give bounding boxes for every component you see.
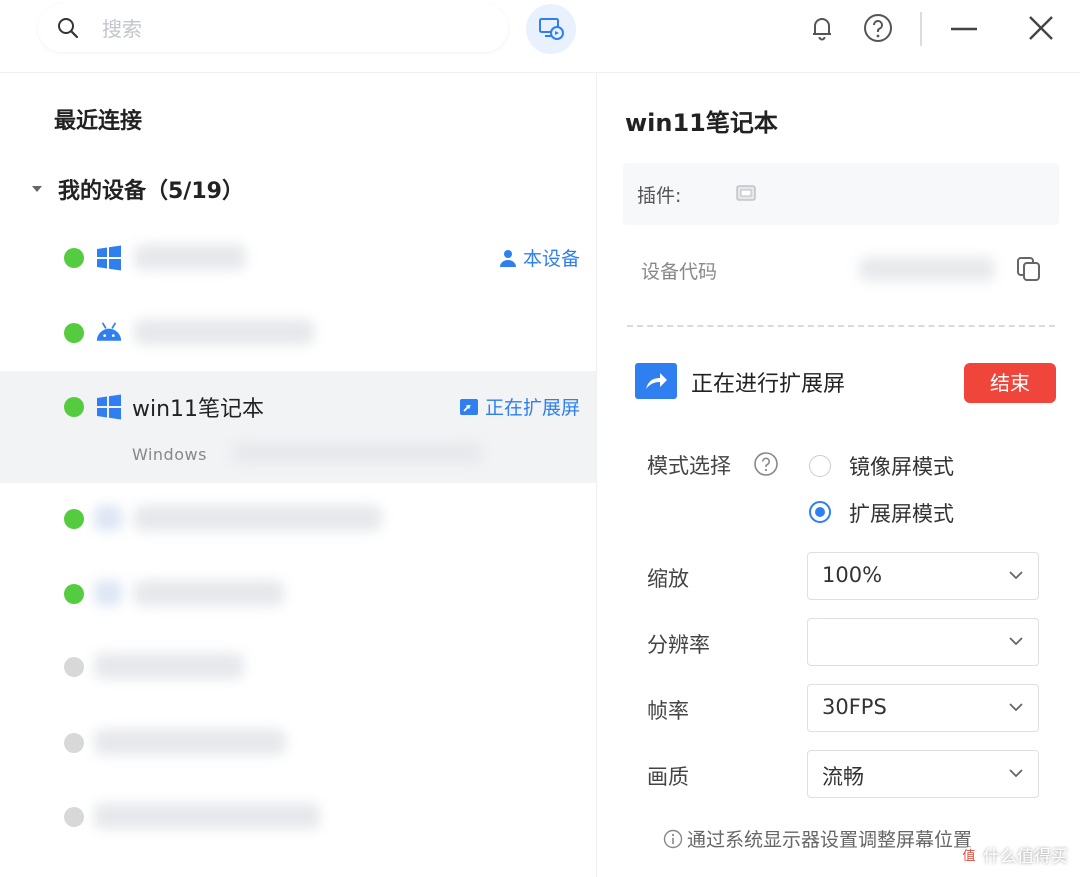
info-icon	[663, 829, 683, 848]
group-my-devices[interactable]: 我的设备（5/19）	[32, 173, 244, 205]
quality-value: 流畅	[822, 765, 864, 789]
device-code-label: 设备代码	[641, 261, 718, 283]
help-icon[interactable]	[862, 12, 894, 44]
device-detail-panel: win11笔记本 插件: 设备代码 正在进行扩展屏 结束 模式选择 镜像屏模式 …	[597, 73, 1080, 877]
position-tip-text: 通过系统显示器设置调整屏幕位置	[687, 829, 973, 851]
watermark-text: 什么值得买	[983, 847, 1068, 867]
online-status-dot	[64, 397, 84, 417]
this-device-label: 本设备	[522, 248, 580, 270]
help-icon[interactable]	[753, 451, 779, 477]
mirror-mode-radio[interactable]	[809, 455, 831, 477]
device-name-redacted	[134, 580, 284, 606]
chevron-down-icon	[1009, 703, 1023, 712]
quality-label: 画质	[647, 765, 689, 789]
quality-select[interactable]: 流畅	[807, 750, 1039, 798]
copy-icon[interactable]	[1015, 255, 1043, 283]
site-watermark: 值什么值得买	[959, 842, 1068, 867]
android-icon	[96, 322, 122, 341]
scale-label: 缩放	[647, 567, 689, 591]
mirror-mode-label[interactable]: 镜像屏模式	[849, 451, 954, 481]
device-name-redacted	[94, 729, 286, 755]
watermark-logo-icon: 值	[959, 847, 979, 867]
online-status-dot	[64, 584, 84, 604]
chevron-down-icon	[1009, 637, 1023, 646]
framerate-value: 30FPS	[822, 695, 887, 719]
scale-value: 100%	[822, 563, 883, 587]
section-divider	[627, 325, 1055, 327]
device-item[interactable]	[0, 705, 596, 779]
offline-status-dot	[64, 657, 84, 677]
windows-icon	[97, 245, 121, 271]
extending-tag: 正在扩展屏	[459, 393, 580, 420]
resolution-label: 分辨率	[647, 633, 710, 657]
device-item[interactable]: 本设备	[0, 220, 596, 294]
plugin-icon[interactable]	[735, 183, 757, 203]
caret-down-icon	[32, 186, 42, 192]
device-list-panel: 最近连接 我的设备（5/19） 本设备 win11笔记本 Windows 正在扩…	[0, 73, 635, 877]
offline-status-dot	[64, 733, 84, 753]
device-name-redacted	[94, 803, 320, 829]
search-icon	[58, 18, 79, 39]
scale-select[interactable]: 100%	[807, 552, 1039, 600]
search-box[interactable]	[38, 4, 508, 52]
chevron-down-icon	[1009, 571, 1023, 580]
device-name-redacted	[134, 505, 382, 531]
device-name-redacted	[134, 319, 314, 345]
minimize-icon[interactable]	[948, 12, 980, 44]
group-recent-label: 最近连接	[54, 109, 143, 134]
device-item[interactable]	[0, 558, 596, 632]
device-code-redacted	[859, 257, 995, 281]
close-icon[interactable]	[1025, 12, 1057, 44]
user-icon	[499, 249, 516, 267]
toolbar-divider	[920, 12, 922, 46]
screen-cast-icon	[539, 18, 564, 40]
device-item[interactable]	[0, 779, 596, 853]
search-input[interactable]	[100, 12, 484, 46]
device-item[interactable]	[0, 483, 596, 557]
chevron-down-icon	[1009, 769, 1023, 778]
extend-screen-icon	[459, 398, 478, 415]
extend-status-text: 正在进行扩展屏	[691, 372, 846, 397]
plugin-row: 插件:	[623, 163, 1059, 225]
online-status-dot	[64, 248, 84, 268]
device-item[interactable]	[0, 295, 596, 369]
device-item-selected[interactable]: win11笔记本 Windows 正在扩展屏	[0, 371, 596, 483]
detail-title: win11笔记本	[625, 109, 778, 137]
this-device-tag: 本设备	[499, 244, 580, 271]
share-arrow-icon	[646, 373, 667, 389]
extend-mode-radio[interactable]	[809, 501, 831, 523]
extending-label: 正在扩展屏	[484, 397, 580, 419]
top-bar	[0, 0, 1080, 73]
device-item[interactable]	[0, 631, 596, 705]
resolution-select[interactable]	[807, 618, 1039, 666]
screen-cast-button[interactable]	[526, 4, 576, 54]
framerate-select[interactable]: 30FPS	[807, 684, 1039, 732]
offline-status-dot	[64, 807, 84, 827]
online-status-dot	[64, 323, 84, 343]
os-icon-redacted	[94, 580, 122, 606]
device-name: win11笔记本	[132, 397, 265, 422]
online-status-dot	[64, 509, 84, 529]
group-my-devices-label: 我的设备（5/19）	[58, 179, 244, 204]
group-recent[interactable]: 最近连接	[32, 103, 635, 135]
windows-icon	[97, 394, 121, 420]
extend-screen-badge	[635, 363, 677, 399]
os-icon-redacted	[94, 505, 122, 531]
position-tip: 通过系统显示器设置调整屏幕位置	[663, 825, 972, 852]
mode-label: 模式选择	[647, 454, 731, 478]
bell-icon[interactable]	[806, 12, 838, 44]
device-info-redacted	[232, 443, 482, 463]
device-os-label: Windows	[132, 445, 207, 464]
plugin-label: 插件:	[637, 185, 682, 207]
extend-mode-label[interactable]: 扩展屏模式	[849, 498, 954, 528]
framerate-label: 帧率	[647, 699, 689, 723]
end-button[interactable]: 结束	[964, 363, 1056, 403]
device-name-redacted	[134, 244, 246, 270]
device-name-redacted	[94, 653, 244, 679]
